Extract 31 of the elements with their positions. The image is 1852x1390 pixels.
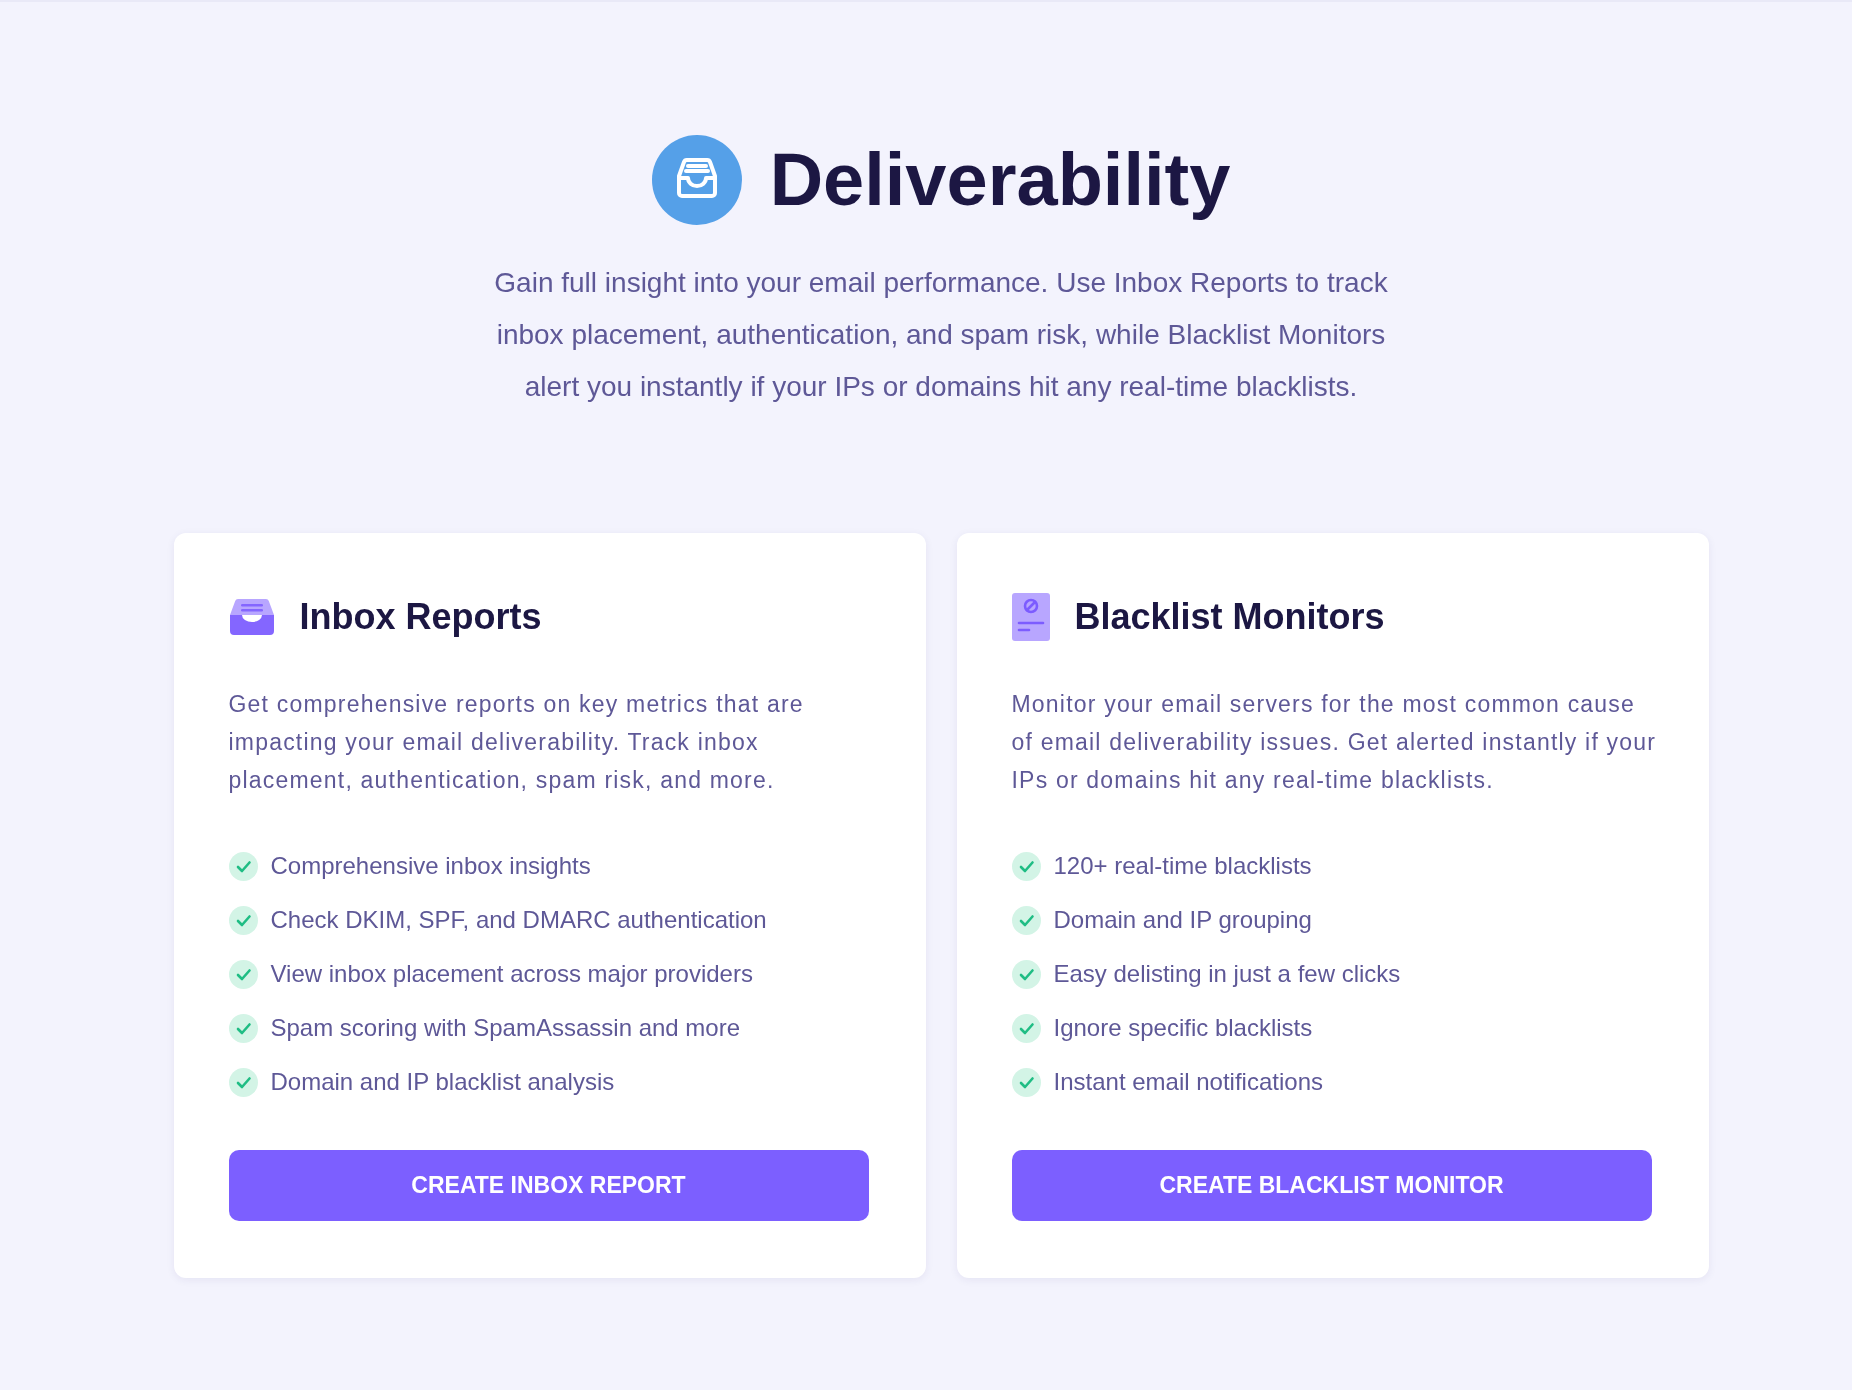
card-description: Get comprehensive reports on key metrics that are impacting your email deliverability. Track inbox placement, authentication, spam risk, and more. [227,690,805,795]
feature-text: Spam scoring with SpamAssassin and more [270,1013,741,1043]
page-title: Deliverability [769,139,1231,221]
check-icon [228,1013,258,1043]
page-description: Gain full insight into your email performance. Use Inbox Reports to track inbox placement, authentication, and spam risk, while Blacklist Monitors alert you instantly if your IPs or domains hit any real-time blacklists. [493,266,1389,404]
check-icon [1011,1067,1041,1097]
feature-text: Comprehensive inbox insights [270,851,591,881]
check-icon [228,959,258,989]
feature-text: Easy delisting in just a few clicks [1053,959,1401,989]
feature-text: Instant email notifications [1053,1067,1323,1097]
check-icon [228,905,258,935]
create-button[interactable]: CREATE BLACKLIST MONITOR [1011,1150,1652,1221]
feature-text: View inbox placement across major providers [270,959,753,989]
inbox-tray-icon [228,598,275,636]
check-icon [1011,905,1041,935]
inbox-tray-icon [651,135,742,225]
feature-text: Ignore specific blacklists [1053,1013,1313,1043]
feature-text: Domain and IP grouping [1053,905,1312,935]
check-icon [1011,959,1041,989]
check-icon [228,1067,258,1097]
feature-text: Domain and IP blacklist analysis [270,1067,615,1097]
blocked-document-icon [1011,593,1050,641]
card-description: Monitor your email servers for the most common cause of email deliverability issues. Get alerted instantly if your IPs or domains hit any real-time blacklists. [1010,690,1657,795]
create-button[interactable]: CREATE INBOX REPORT [228,1150,869,1221]
feature-text: Check DKIM, SPF, and DMARC authentication [270,905,767,935]
card-title: Blacklist Monitors [1074,595,1385,639]
check-icon [1011,1013,1041,1043]
card-title: Inbox Reports [299,595,542,639]
feature-text: 120+ real-time blacklists [1053,851,1312,881]
check-icon [1011,851,1041,881]
check-icon [228,851,258,881]
